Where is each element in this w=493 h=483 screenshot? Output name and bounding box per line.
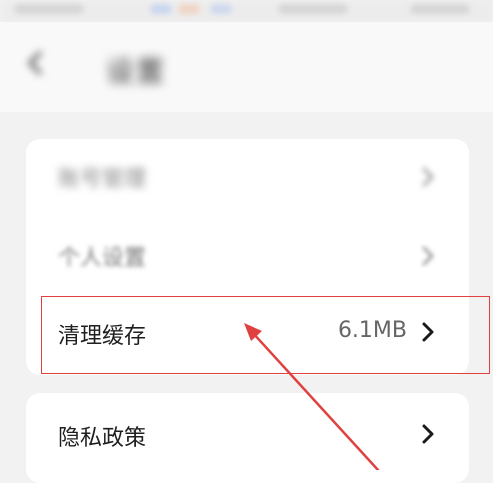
chevron-right-icon	[422, 246, 434, 266]
settings-item-personal[interactable]: 个人设置	[26, 215, 469, 295]
settings-item-clear-cache[interactable]: 清理缓存 6.1MB	[26, 295, 469, 375]
settings-item-label: 隐私政策	[58, 426, 147, 451]
chevron-right-icon	[422, 322, 434, 342]
app-header: 设置	[0, 22, 493, 112]
chevron-right-icon	[422, 424, 434, 444]
cache-size-value: 6.1MB	[337, 318, 407, 343]
settings-item-label: 清理缓存	[58, 324, 147, 349]
back-arrow-icon[interactable]	[26, 50, 44, 76]
status-bar	[0, 0, 493, 22]
settings-item-account[interactable]: 账号管理	[26, 139, 469, 215]
page-title: 设置	[106, 55, 167, 88]
chevron-right-icon	[422, 167, 434, 187]
settings-item-label: 账号管理	[58, 167, 147, 192]
settings-card: 账号管理 个人设置 清理缓存 6.1MB	[26, 139, 469, 375]
settings-item-privacy[interactable]: 隐私政策	[26, 393, 469, 473]
settings-item-label: 个人设置	[58, 246, 147, 271]
